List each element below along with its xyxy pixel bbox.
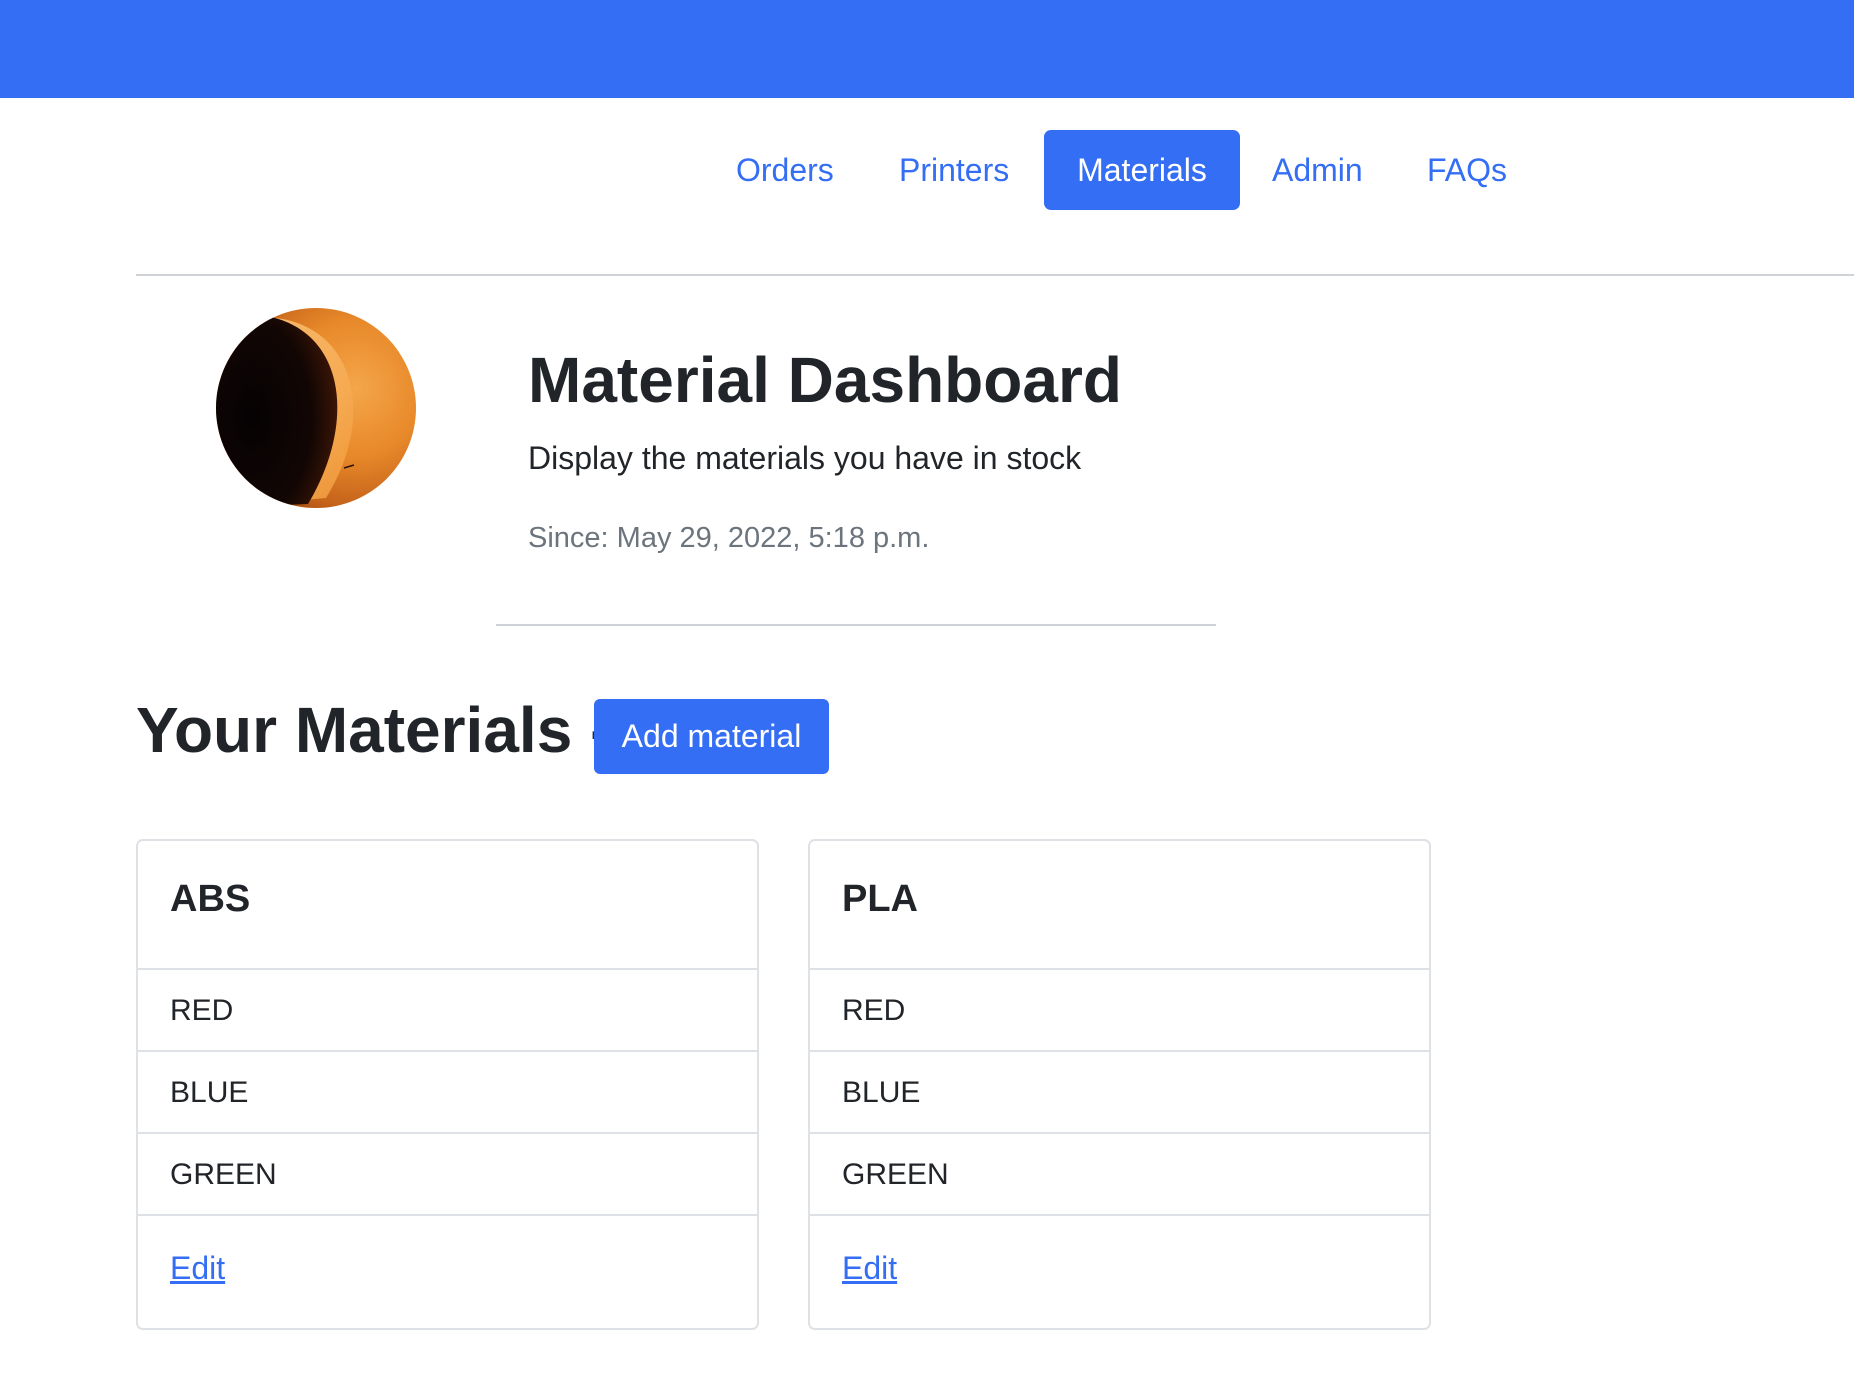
page-subtitle: Display the materials you have in stock: [528, 440, 1082, 476]
nav-orders[interactable]: Orders: [704, 130, 866, 210]
material-color-item: GREEN: [138, 1134, 757, 1216]
header-divider: [496, 624, 1216, 626]
material-card-pla: PLA RED BLUE GREEN Edit: [808, 839, 1431, 1330]
material-card-footer: Edit: [810, 1216, 1429, 1326]
edit-material-link[interactable]: Edit: [170, 1250, 225, 1286]
material-color-item: RED: [810, 970, 1429, 1052]
nav-faqs[interactable]: FAQs: [1395, 130, 1539, 210]
materials-section-title: Your Materials -: [136, 694, 612, 766]
edit-material-link[interactable]: Edit: [842, 1250, 897, 1286]
material-card-title: PLA: [810, 841, 1429, 970]
since-timestamp: Since: May 29, 2022, 5:18 p.m.: [528, 522, 930, 554]
page-title: Material Dashboard: [528, 344, 1122, 416]
top-bar: [0, 0, 1854, 98]
add-material-button[interactable]: Add material: [594, 699, 829, 774]
profile-avatar-image: [216, 308, 416, 508]
material-card-title: ABS: [138, 841, 757, 970]
material-color-item: BLUE: [810, 1052, 1429, 1134]
nav-printers[interactable]: Printers: [867, 130, 1041, 210]
material-color-item: BLUE: [138, 1052, 757, 1134]
nav-materials[interactable]: Materials: [1044, 130, 1240, 210]
main-nav: Orders Printers Materials Admin FAQs: [0, 130, 1854, 210]
material-color-item: GREEN: [810, 1134, 1429, 1216]
material-color-item: RED: [138, 970, 757, 1052]
nav-admin[interactable]: Admin: [1240, 130, 1395, 210]
nav-divider: [136, 274, 1854, 276]
material-card-abs: ABS RED BLUE GREEN Edit: [136, 839, 759, 1330]
material-card-footer: Edit: [138, 1216, 757, 1326]
